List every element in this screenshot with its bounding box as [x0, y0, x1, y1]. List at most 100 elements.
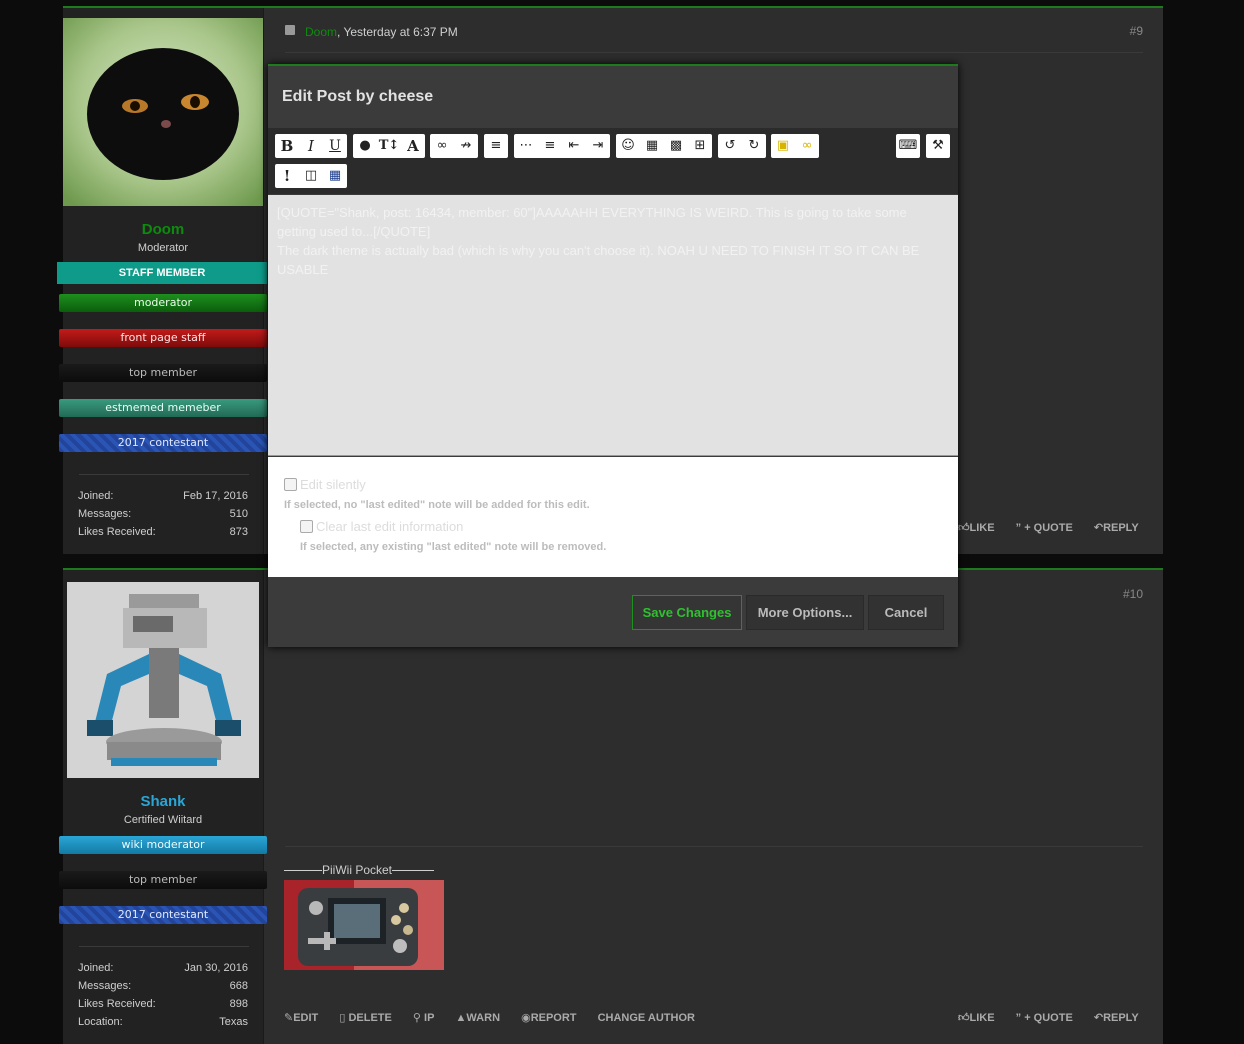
smiley-icon[interactable]: ☺	[616, 134, 640, 158]
clear-last-edit-label[interactable]: Clear last edit information	[316, 519, 463, 534]
thumbs-up-icon: 👍︎	[958, 522, 970, 534]
map-pin-icon: ⚲	[412, 1012, 425, 1024]
clear-last-edit-checkbox[interactable]	[300, 520, 313, 533]
code-block-icon[interactable]: ◫	[299, 164, 323, 188]
link-icon[interactable]: ∞	[430, 134, 454, 158]
username[interactable]: Shank	[63, 793, 263, 810]
outdent-icon[interactable]: ⇤	[562, 134, 586, 158]
font-size-icon[interactable]: T↕	[377, 134, 401, 158]
avatar[interactable]	[63, 18, 263, 206]
italic-button[interactable]: I	[299, 134, 323, 158]
header-divider	[285, 52, 1143, 53]
media-icon[interactable]: ▩	[664, 134, 688, 158]
banner-top-member: top member	[59, 364, 267, 382]
stat-joined: Joined: Jan 30, 2016	[78, 962, 248, 974]
underline-button[interactable]: U	[323, 134, 347, 158]
history-group: ↺ ↻	[718, 134, 766, 158]
like-button[interactable]: 👍︎LIKE	[958, 522, 995, 534]
font-group: ● T↕ A	[353, 134, 425, 158]
undo-icon[interactable]: ↺	[718, 134, 742, 158]
report-button[interactable]: ◉REPORT	[521, 1012, 576, 1024]
edit-post-modal: Edit Post by cheese B I U ● T↕ A ∞ ↛ ≡ ⋯…	[268, 64, 958, 647]
custom-group: ▣ ∞	[771, 134, 819, 158]
user-title: Certified Wiitard	[123, 814, 203, 826]
banner-estmemed-memeber: estmemed memeber	[59, 399, 267, 417]
signature-image	[284, 880, 444, 970]
bold-button[interactable]: B	[275, 134, 299, 158]
align-left-icon[interactable]: ≡	[484, 134, 508, 158]
redo-icon[interactable]: ↻	[742, 134, 766, 158]
exclamation-icon[interactable]: !	[275, 164, 299, 188]
cancel-button[interactable]: Cancel	[868, 595, 944, 630]
message-editor[interactable]: [QUOTE="Shank, post: 16434, member: 60"]…	[268, 195, 958, 456]
unlink-icon[interactable]: ↛	[454, 134, 478, 158]
link-group: ∞ ↛	[430, 134, 478, 158]
quote-icon: ”	[1015, 522, 1025, 534]
bulleted-list-icon[interactable]: ⋯	[514, 134, 538, 158]
banner-moderator: moderator	[59, 294, 267, 312]
post-number[interactable]: #10	[1123, 587, 1143, 601]
warn-button[interactable]: ▲WARN	[456, 1012, 501, 1024]
editor-content[interactable]: [QUOTE="Shank, post: 16434, member: 60"]…	[277, 203, 947, 279]
user-info-column: Doom Moderator STAFF MEMBER moderator fr…	[57, 8, 267, 554]
table-icon[interactable]: ▦	[323, 164, 347, 188]
edit-silently-label[interactable]: Edit silently	[300, 477, 366, 492]
wrench-icon[interactable]: ⚒	[926, 134, 950, 158]
stat-likes: Likes Received: 898	[78, 998, 248, 1010]
quote-button[interactable]: ” + QUOTE	[1016, 522, 1073, 534]
post-actions: 👍︎LIKE ” + QUOTE ↶REPLY	[958, 521, 1157, 534]
editor-quote-line: [QUOTE="Shank, post: 16434, member: 60"]…	[277, 205, 907, 239]
remove-format-group: ⌨	[896, 134, 920, 158]
edit-options: Edit silently If selected, no "last edit…	[268, 457, 958, 577]
quote-icon: ”	[1015, 1012, 1025, 1024]
stat-joined: Joined: Feb 17, 2016	[78, 490, 248, 502]
banner-2017-contestant: 2017 contestant	[59, 434, 267, 452]
modal-title: Edit Post by cheese	[282, 88, 434, 105]
thumbs-up-icon: 👍︎	[958, 1012, 970, 1024]
post-actions: 👍︎LIKE ” + QUOTE ↶REPLY	[958, 1011, 1157, 1024]
insert-icon[interactable]: ⊞	[688, 134, 712, 158]
tools-group: ⚒	[926, 134, 950, 158]
warning-icon: ▲	[455, 1012, 467, 1024]
more-options-button[interactable]: More Options...	[746, 595, 864, 630]
insert-group: ☺ ▦ ▩ ⊞	[616, 134, 712, 158]
indent-icon[interactable]: ⇥	[586, 134, 610, 158]
username[interactable]: Doom	[63, 221, 263, 238]
divider	[79, 946, 249, 947]
reply-button[interactable]: ↶REPLY	[1094, 1012, 1139, 1024]
chain-link-icon[interactable]: ∞	[795, 134, 819, 158]
image-icon[interactable]: ▦	[640, 134, 664, 158]
spoiler-icon[interactable]: ▣	[771, 134, 795, 158]
stat-messages: Messages: 510	[78, 508, 248, 520]
numbered-list-icon[interactable]: ≡	[538, 134, 562, 158]
divider	[79, 474, 249, 475]
banner-wiki-moderator: wiki moderator	[59, 836, 267, 854]
eraser-icon[interactable]: ⌨	[896, 134, 920, 158]
change-author-button[interactable]: CHANGE AUTHOR	[598, 1012, 695, 1024]
like-button[interactable]: 👍︎LIKE	[958, 1012, 995, 1024]
edit-silently-checkbox[interactable]	[284, 478, 297, 491]
select-post-checkbox[interactable]	[285, 25, 295, 35]
list-group: ⋯ ≡ ⇤ ⇥	[514, 134, 610, 158]
signature-divider	[285, 846, 1143, 847]
avatar[interactable]	[67, 582, 259, 778]
author-link[interactable]: Doom	[305, 25, 337, 39]
ip-button[interactable]: ⚲ IP	[413, 1012, 435, 1024]
save-changes-button[interactable]: Save Changes	[632, 595, 742, 630]
color-drop-icon[interactable]: ●	[353, 134, 377, 158]
delete-button[interactable]: ▯ DELETE	[339, 1012, 392, 1024]
quote-button[interactable]: ” + QUOTE	[1016, 1012, 1073, 1024]
format-group: B I U	[275, 134, 347, 158]
reply-button[interactable]: ↶REPLY	[1094, 522, 1139, 534]
edit-silently-description: If selected, no "last edited" note will …	[284, 499, 590, 511]
clear-last-edit-description: If selected, any existing "last edited" …	[300, 541, 607, 553]
post-number[interactable]: #9	[1130, 24, 1143, 38]
stat-location: Location: Texas	[78, 1016, 248, 1028]
user-title: Moderator	[137, 242, 189, 254]
edit-button[interactable]: ✎EDIT	[284, 1012, 318, 1024]
post-header: Doom, Yesterday at 6:37 PM	[305, 25, 458, 39]
reply-arrow-icon: ↶	[1093, 1012, 1104, 1024]
reply-arrow-icon: ↶	[1093, 522, 1104, 534]
post-time[interactable]: , Yesterday at 6:37 PM	[337, 25, 458, 39]
font-family-icon[interactable]: A	[401, 134, 425, 158]
